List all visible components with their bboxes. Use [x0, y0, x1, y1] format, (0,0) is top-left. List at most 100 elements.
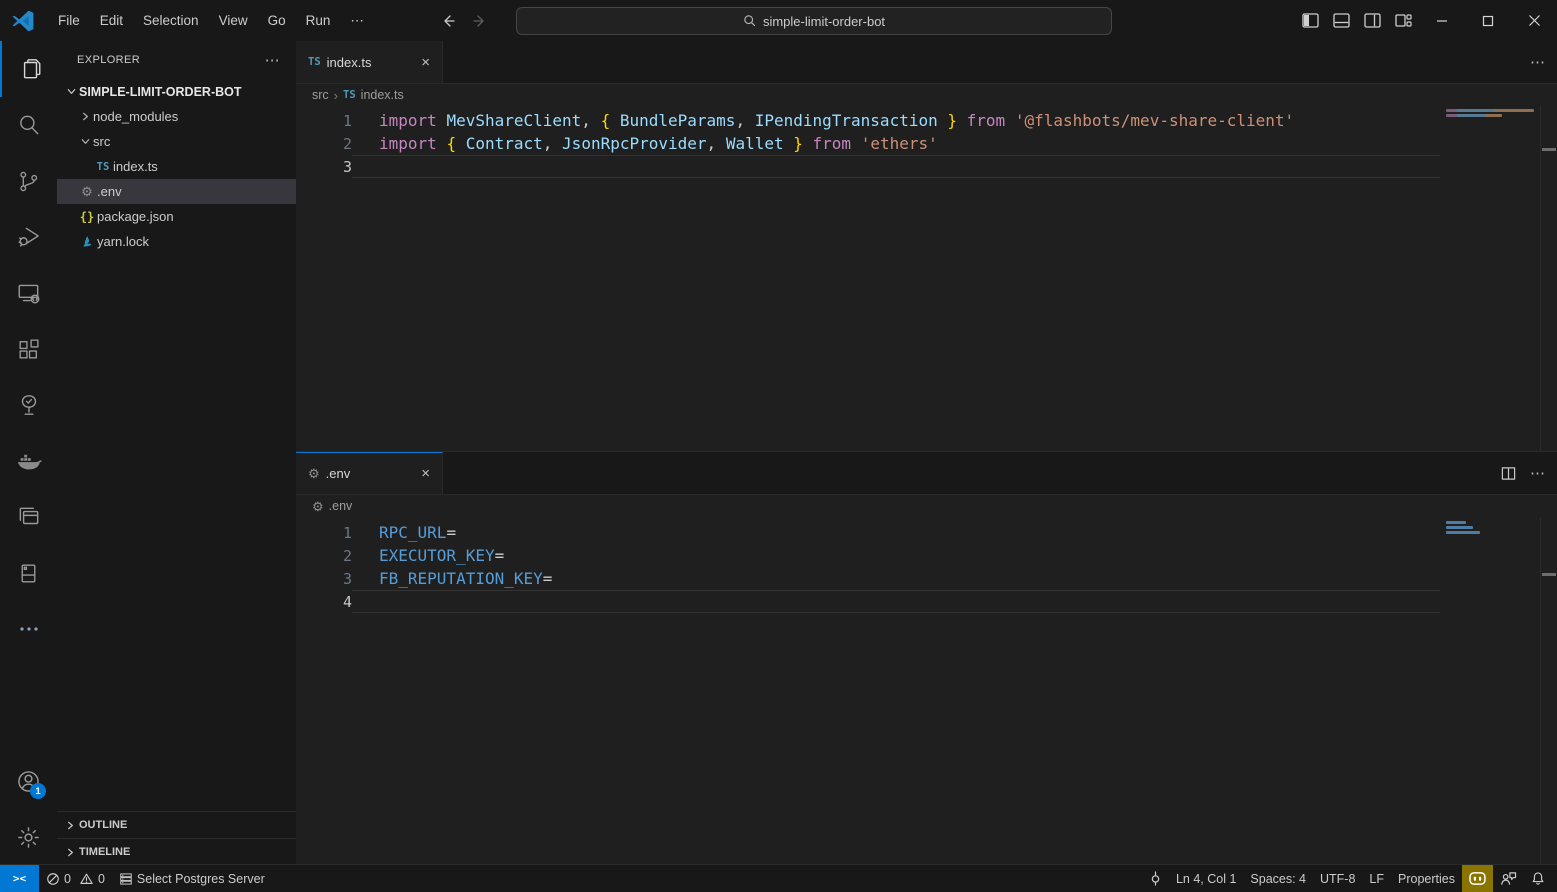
tab-label: index.ts — [327, 55, 372, 70]
testing-icon[interactable] — [0, 377, 57, 433]
code-line[interactable]: 1RPC_URL= — [296, 521, 1440, 544]
menu-run[interactable]: Run — [296, 9, 341, 32]
toggle-primary-sidebar-icon[interactable] — [1295, 0, 1326, 41]
section-label: TIMELINE — [79, 846, 130, 858]
chevron-right-icon — [77, 111, 93, 122]
tree-item-src[interactable]: src — [57, 129, 296, 154]
code-line[interactable]: 2EXECUTOR_KEY= — [296, 544, 1440, 567]
postgres-status[interactable]: Select Postgres Server — [112, 865, 272, 892]
menu-go[interactable]: Go — [258, 9, 296, 32]
close-tab-icon[interactable]: × — [417, 465, 434, 482]
remote-icon: >< — [13, 872, 26, 885]
docker-icon[interactable] — [0, 433, 57, 489]
code-line[interactable]: 1import MevShareClient, { BundleParams, … — [296, 109, 1440, 132]
nav-back-button[interactable] — [432, 9, 464, 33]
nav-forward-button[interactable] — [464, 9, 496, 33]
minimap[interactable] — [1442, 517, 1540, 866]
feedback-status[interactable] — [1493, 865, 1524, 892]
accounts-badge: 1 — [30, 783, 46, 799]
file-label: index.ts — [113, 159, 158, 174]
tree-item-env[interactable]: ⚙ .env — [57, 179, 296, 204]
warning-count: 0 — [98, 872, 105, 886]
tree-item-package-json[interactable]: {} package.json — [57, 204, 296, 229]
maximize-button[interactable] — [1465, 0, 1511, 41]
explorer-title: EXPLORER — [77, 54, 140, 66]
server-icon — [119, 872, 133, 886]
explorer-icon[interactable] — [0, 41, 57, 97]
code-line[interactable]: 2import { Contract, JsonRpcProvider, Wal… — [296, 132, 1440, 155]
menu-file[interactable]: File — [48, 9, 90, 32]
additional-views-icon[interactable] — [0, 601, 57, 657]
line-number: 2 — [296, 547, 352, 565]
copilot-status[interactable] — [1462, 865, 1493, 892]
indentation-status[interactable]: Spaces: 4 — [1243, 865, 1313, 892]
code-lines[interactable]: 1RPC_URL=2EXECUTOR_KEY=3FB_REPUTATION_KE… — [296, 521, 1440, 613]
command-center-search[interactable]: simple-limit-order-bot — [516, 7, 1112, 35]
code-editor-env[interactable]: 1RPC_URL=2EXECUTOR_KEY=3FB_REPUTATION_KE… — [296, 517, 1557, 866]
breadcrumb-src[interactable]: src — [312, 88, 329, 102]
remote-indicator[interactable]: >< — [0, 865, 39, 892]
outline-section[interactable]: OUTLINE — [57, 811, 296, 838]
remote-explorer-icon[interactable] — [0, 265, 57, 321]
tab-env[interactable]: ⚙ .env × — [296, 452, 443, 494]
tree-item-yarn-lock[interactable]: yarn.lock — [57, 229, 296, 254]
explorer-more-actions[interactable]: ⋯ — [265, 51, 280, 69]
search-view-icon[interactable] — [0, 97, 57, 153]
minimize-button[interactable] — [1419, 0, 1465, 41]
breadcrumb-file[interactable]: index.ts — [361, 88, 404, 102]
editor-more-actions[interactable]: ⋯ — [1530, 53, 1545, 71]
minimap[interactable] — [1442, 105, 1540, 451]
search-icon — [743, 14, 757, 28]
code-editor-index-ts[interactable]: 1import MevShareClient, { BundleParams, … — [296, 105, 1557, 451]
code-line[interactable]: 3FB_REPUTATION_KEY= — [296, 567, 1440, 590]
cursor-position-status[interactable]: Ln 4, Col 1 — [1169, 865, 1243, 892]
breadcrumb-file[interactable]: .env — [329, 499, 353, 513]
file-label: node_modules — [93, 109, 178, 124]
close-tab-icon[interactable]: × — [417, 54, 434, 71]
customize-layout-icon[interactable] — [1388, 0, 1419, 41]
code-line[interactable]: 4 — [296, 590, 1440, 613]
database-icon[interactable] — [0, 545, 57, 601]
source-control-icon[interactable] — [0, 153, 57, 209]
postgres-label: Select Postgres Server — [137, 872, 265, 886]
menu-edit[interactable]: Edit — [90, 9, 133, 32]
scrollbar[interactable] — [1540, 105, 1557, 451]
code-line[interactable]: 3 — [296, 155, 1440, 178]
tree-item-index-ts[interactable]: TS index.ts — [57, 154, 296, 179]
settings-file-icon: ⚙ — [81, 185, 93, 198]
code-lines[interactable]: 1import MevShareClient, { BundleParams, … — [296, 109, 1440, 178]
tree-item-node-modules[interactable]: node_modules — [57, 104, 296, 129]
accounts-icon[interactable]: 1 — [0, 753, 57, 809]
menu-view[interactable]: View — [209, 9, 258, 32]
toggle-panel-icon[interactable] — [1326, 0, 1357, 41]
close-window-button[interactable] — [1511, 0, 1557, 41]
tab-index-ts[interactable]: TS index.ts × — [296, 41, 443, 83]
run-debug-icon[interactable] — [0, 209, 57, 265]
line-number: 1 — [296, 524, 352, 542]
menu-more[interactable]: ⋯ — [340, 9, 374, 33]
settings-file-icon: ⚙ — [308, 467, 320, 480]
encoding-status[interactable]: UTF-8 — [1313, 865, 1362, 892]
toggle-secondary-sidebar-icon[interactable] — [1357, 0, 1388, 41]
ports-status[interactable] — [1142, 865, 1169, 892]
eol-status[interactable]: LF — [1362, 865, 1391, 892]
settings-gear-icon[interactable] — [0, 809, 57, 865]
editor-group-top: TS index.ts × ⋯ src › TS index.ts 1impor… — [296, 41, 1557, 451]
tree-root-folder[interactable]: SIMPLE-LIMIT-ORDER-BOT — [57, 79, 296, 104]
typescript-file-icon: TS — [308, 56, 321, 68]
split-editor-icon[interactable] — [1501, 466, 1516, 481]
panels-icon[interactable] — [0, 489, 57, 545]
chevron-down-icon — [63, 86, 79, 97]
menu-selection[interactable]: Selection — [133, 9, 209, 32]
extensions-icon[interactable] — [0, 321, 57, 377]
menu-bar: File Edit Selection View Go Run ⋯ — [48, 9, 374, 33]
notifications-status[interactable] — [1524, 865, 1557, 892]
scrollbar[interactable] — [1540, 517, 1557, 866]
editor-more-actions[interactable]: ⋯ — [1530, 464, 1545, 482]
line-number: 3 — [296, 158, 352, 176]
timeline-section[interactable]: TIMELINE — [57, 838, 296, 865]
problems-status[interactable]: 0 0 — [39, 865, 112, 892]
language-mode-status[interactable]: Properties — [1391, 865, 1462, 892]
bell-icon — [1531, 871, 1545, 886]
line-number: 4 — [296, 593, 352, 611]
